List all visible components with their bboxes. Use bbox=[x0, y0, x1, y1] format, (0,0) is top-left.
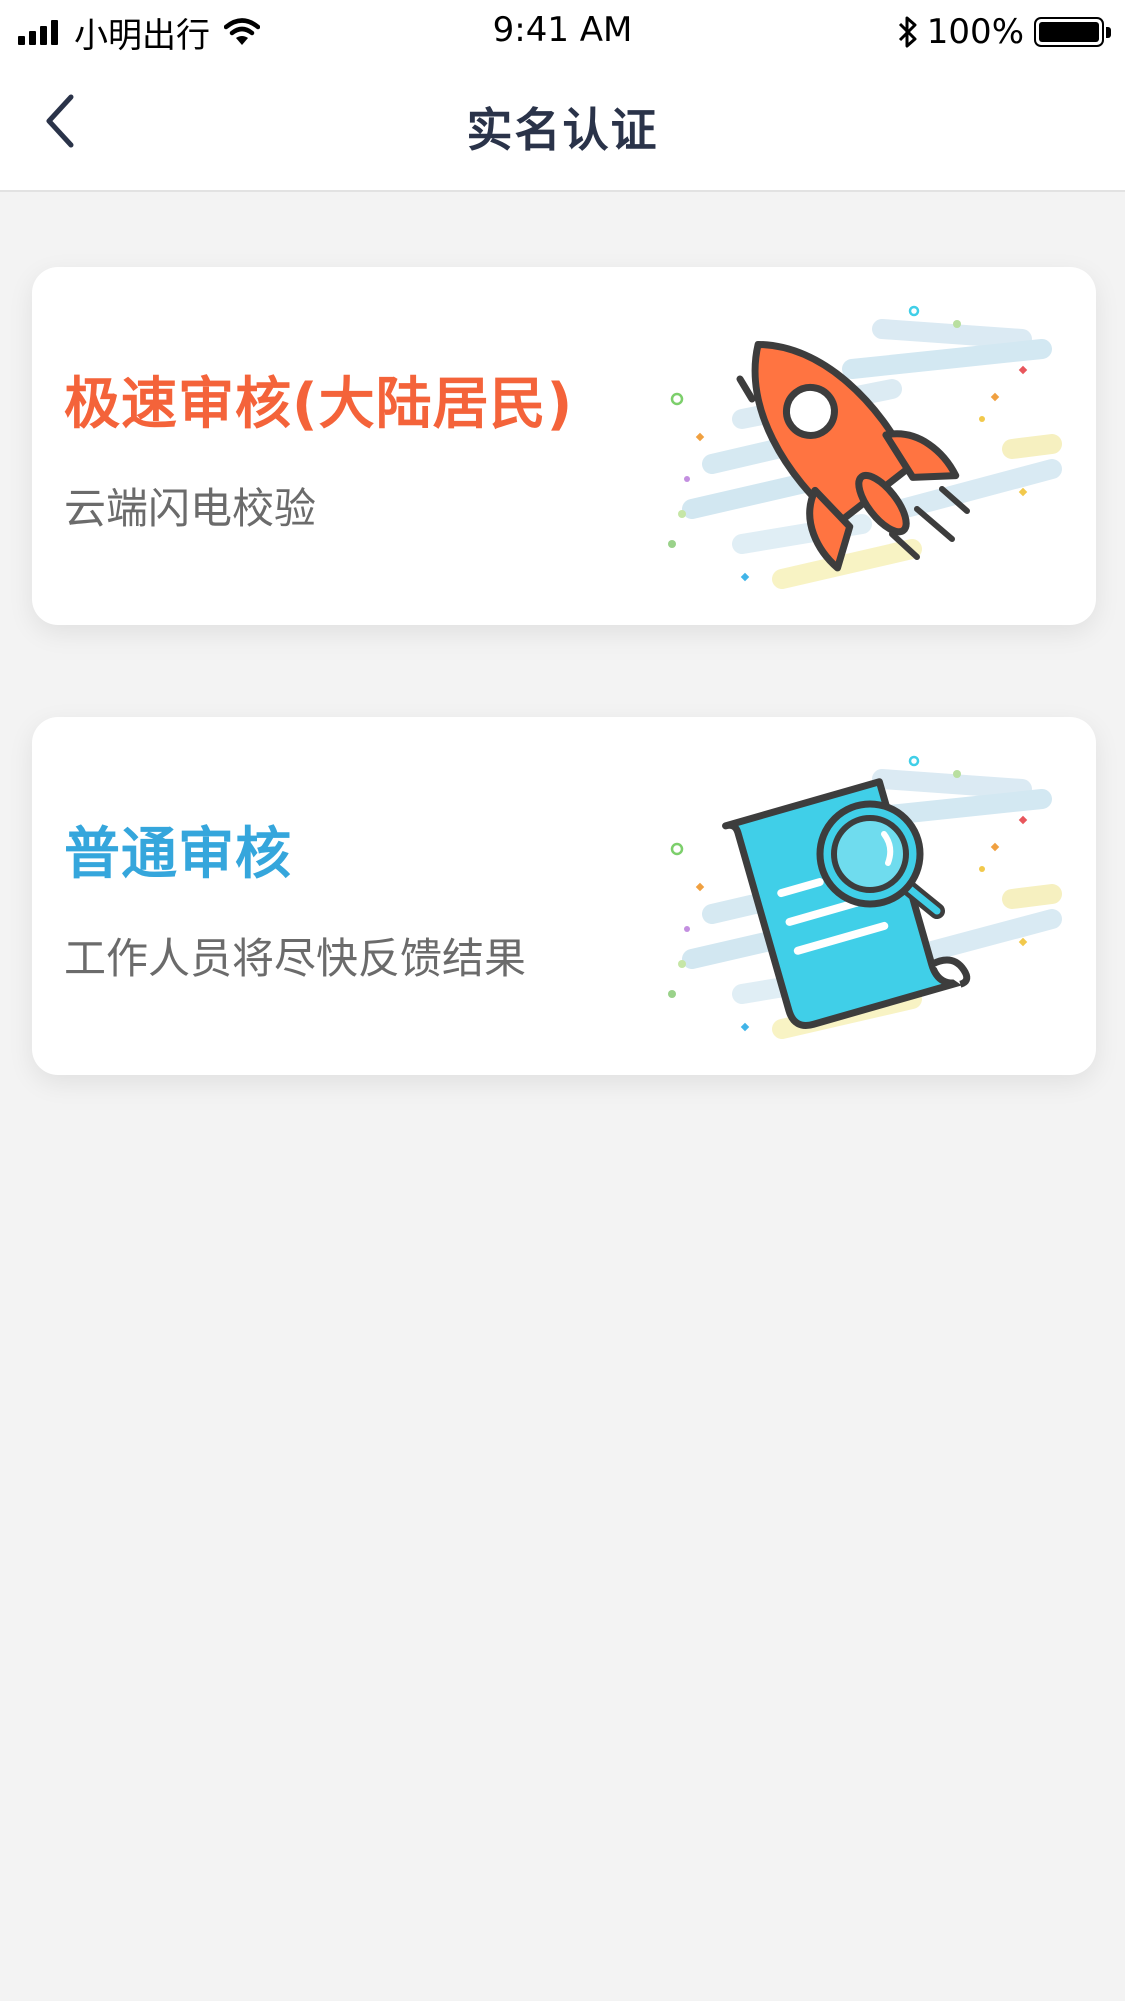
normal-verification-subtitle: 工作人员将尽快反馈结果 bbox=[64, 934, 527, 983]
battery-fill bbox=[1039, 22, 1099, 42]
nav-bar: 实名认证 bbox=[0, 62, 1125, 192]
battery-tip bbox=[1106, 26, 1111, 38]
document-search-icon bbox=[668, 755, 1062, 1039]
fast-verification-subtitle: 云端闪电校验 bbox=[64, 484, 317, 533]
status-bar: 小明出行 9:41 AM 100% bbox=[0, 0, 1125, 62]
rocket-icon bbox=[668, 305, 1062, 589]
normal-verification-title: 普通审核 bbox=[64, 822, 292, 887]
status-right: 100% bbox=[897, 8, 1111, 56]
bluetooth-icon bbox=[898, 16, 917, 48]
battery-icon bbox=[1034, 17, 1104, 47]
normal-verification-card[interactable]: 普通审核 工作人员将尽快反馈结果 bbox=[32, 717, 1096, 1075]
battery-percent: 100% bbox=[926, 12, 1024, 52]
fast-verification-title: 极速审核(大陆居民) bbox=[64, 372, 574, 437]
fast-verification-card[interactable]: 极速审核(大陆居民) 云端闪电校验 bbox=[32, 267, 1096, 625]
page-title: 实名认证 bbox=[466, 103, 659, 157]
